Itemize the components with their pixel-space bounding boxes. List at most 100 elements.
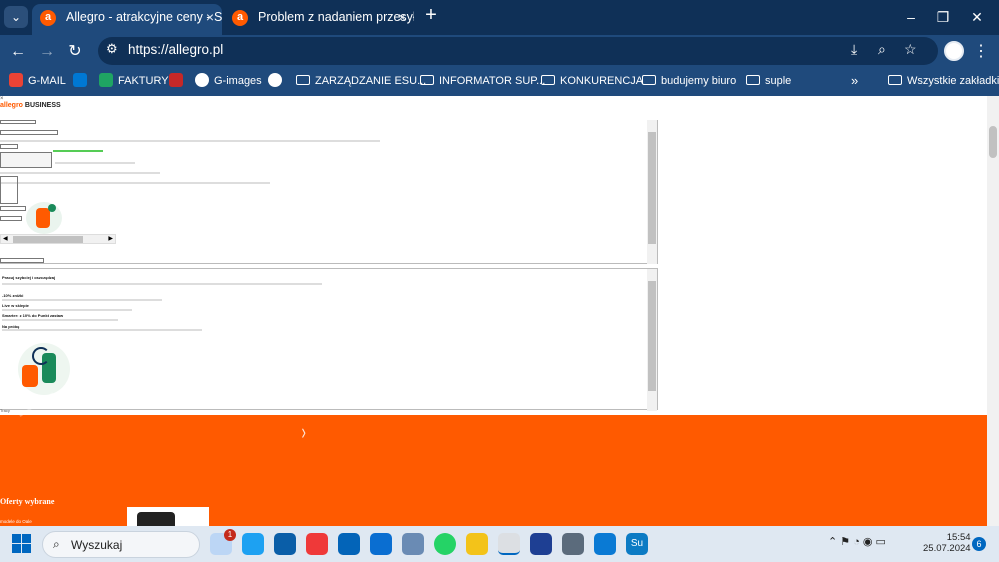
tab-allegro[interactable]: a Allegro - atrakcyjne ceny - Stron × [32,4,222,35]
frame-scrollbar[interactable] [647,269,657,411]
product-caption: modele do Oale [0,519,32,524]
install-app-icon[interactable]: ⤓ [851,41,857,58]
forward-button[interactable]: → [36,41,58,63]
address-bar[interactable]: ⚙ https://allegro.pl [98,37,938,65]
save-app-icon[interactable] [530,533,552,555]
category-select[interactable] [0,130,58,135]
bookmark-gmail[interactable]: G-MAIL [9,72,66,90]
tab-title: Allegro - atrakcyjne ceny - Stron [66,10,222,24]
reload-button[interactable]: ↻ [64,41,86,63]
bookmark-calendar[interactable] [169,72,188,90]
url-text[interactable]: https://allegro.pl [128,42,223,57]
bookmark-faktury[interactable]: FAKTURY [99,72,169,90]
minimize-button[interactable]: – [898,6,924,28]
bookmark-zarzadzanie[interactable]: ZARZĄDZANIE ESU... [296,72,426,90]
tab-title: Problem z nadaniem przesyłki - [258,10,414,24]
all-bookmarks[interactable]: Wszystkie zakładki [888,72,999,90]
double-chevron-right-icon[interactable]: » [851,72,858,90]
clock[interactable]: 15:54 25.07.2024 [923,532,971,554]
folder-icon [746,75,760,85]
frame2-item2: Live w sklepie [2,303,29,308]
close-window-button[interactable]: ✕ [964,6,990,28]
frame-scrollbar[interactable] [647,120,657,264]
icon-button-stack[interactable] [0,176,18,204]
bookmark-outlook[interactable] [73,72,92,90]
file-explorer-icon[interactable] [466,533,488,555]
bookmark-openai[interactable] [268,72,287,90]
folder-icon [541,75,555,85]
calculator-icon[interactable] [562,533,584,555]
text-line [2,319,118,321]
weather-icon[interactable]: 1 [210,529,236,555]
dropdown[interactable] [0,206,26,211]
scroll-left-icon[interactable]: ◀ [3,235,8,242]
bookmark-informator[interactable]: INFORMATOR SUP... [420,72,545,90]
allegro-favicon-icon: a [40,10,56,26]
search-icon: ⌕ [53,537,60,551]
horizontal-scrollbar[interactable]: ◀ ▶ [0,234,116,244]
su-app-icon[interactable]: Su [626,533,648,555]
text-line [2,309,132,311]
page-scroll-thumb[interactable] [989,126,997,158]
zoom-icon[interactable]: ⌕ [878,41,886,58]
product-image [137,512,175,526]
offers-heading: Oferty wybrane [0,497,55,506]
store-icon[interactable] [274,533,296,555]
close-tab-icon[interactable]: × [398,4,406,31]
folder-icon [296,75,310,85]
image-placeholder-button[interactable] [0,152,52,168]
text-line [0,182,270,184]
remote-icon[interactable] [402,533,424,555]
bookmark-g-images[interactable]: G-images [195,72,262,90]
page-scrollbar[interactable] [987,96,999,526]
small-button[interactable] [0,144,18,149]
bookmark-budujemy-biuro[interactable]: budujemy biuro [642,72,736,90]
scroll-right-icon[interactable]: ▶ [108,235,113,242]
mail-icon[interactable] [338,533,360,555]
system-tray[interactable]: ⌃ ⚑ ◔ ◉ ▭ [828,535,886,548]
bookmark-suple[interactable]: suple [746,72,791,90]
chrome-icon[interactable] [498,533,520,555]
product-card[interactable] [127,507,209,526]
notification-badge[interactable]: 6 [972,537,986,551]
outlook-icon [73,73,87,87]
dropdown[interactable] [0,216,22,221]
section-label: Tracy [0,408,10,413]
text-line [2,283,322,285]
monitor-app-icon[interactable] [594,533,616,555]
edge-icon[interactable] [242,533,264,555]
promo-banner: › Oferty wybrane modele do Oale [0,392,987,526]
text-line [55,162,135,164]
restore-button[interactable]: ❐ [930,6,956,28]
text-line [0,172,160,174]
browser-menu-icon[interactable]: ⋮ [973,41,989,61]
small-input[interactable] [0,258,44,263]
app-icon[interactable] [370,533,392,555]
search-input[interactable] [0,120,36,124]
frame2-item1: -10% zniżki [2,293,24,298]
content-frame-2: Pracuj szybciej i oszczędzaj -10% zniżki… [0,268,658,411]
frame2-item3: Smarter: z 10% do Punkt zastaw [2,313,64,318]
tab-search-button[interactable]: ⌄ [4,6,28,28]
text-line [2,329,202,331]
browser-toolbar: ← → ↻ ⚙ https://allegro.pl ⤓ ⌕ ☆ ⋮ [0,35,999,67]
bookmark-star-icon[interactable]: ☆ [904,41,917,58]
folder-icon [420,75,434,85]
bookmark-konkurencja[interactable]: KONKURENCJA [541,72,643,90]
windows-start-icon[interactable] [12,534,32,554]
new-tab-button[interactable]: + [420,5,442,27]
allegro-business-logo[interactable]: allegro BUSINESS [0,102,61,109]
tab-problem[interactable]: a Problem z nadaniem przesyłki - × [224,4,414,35]
page-viewport: × allegro BUSINESS ◀ ▶ Pracuj szybciej i… [0,96,987,526]
profile-avatar[interactable] [944,41,964,61]
vivaldi-icon[interactable] [306,533,328,555]
close-tab-icon[interactable]: × [206,4,214,31]
taskbar-search[interactable]: ⌕ Wyszukaj [42,531,200,558]
site-info-icon[interactable]: ⚙ [106,41,118,57]
folder-icon [642,75,656,85]
tab-bar: ⌄ a Allegro - atrakcyjne ceny - Stron × … [0,0,999,35]
back-button[interactable]: ← [7,41,29,63]
text-line [2,299,162,301]
whatsapp-icon[interactable] [434,533,456,555]
chevron-right-icon[interactable]: › [301,419,305,445]
